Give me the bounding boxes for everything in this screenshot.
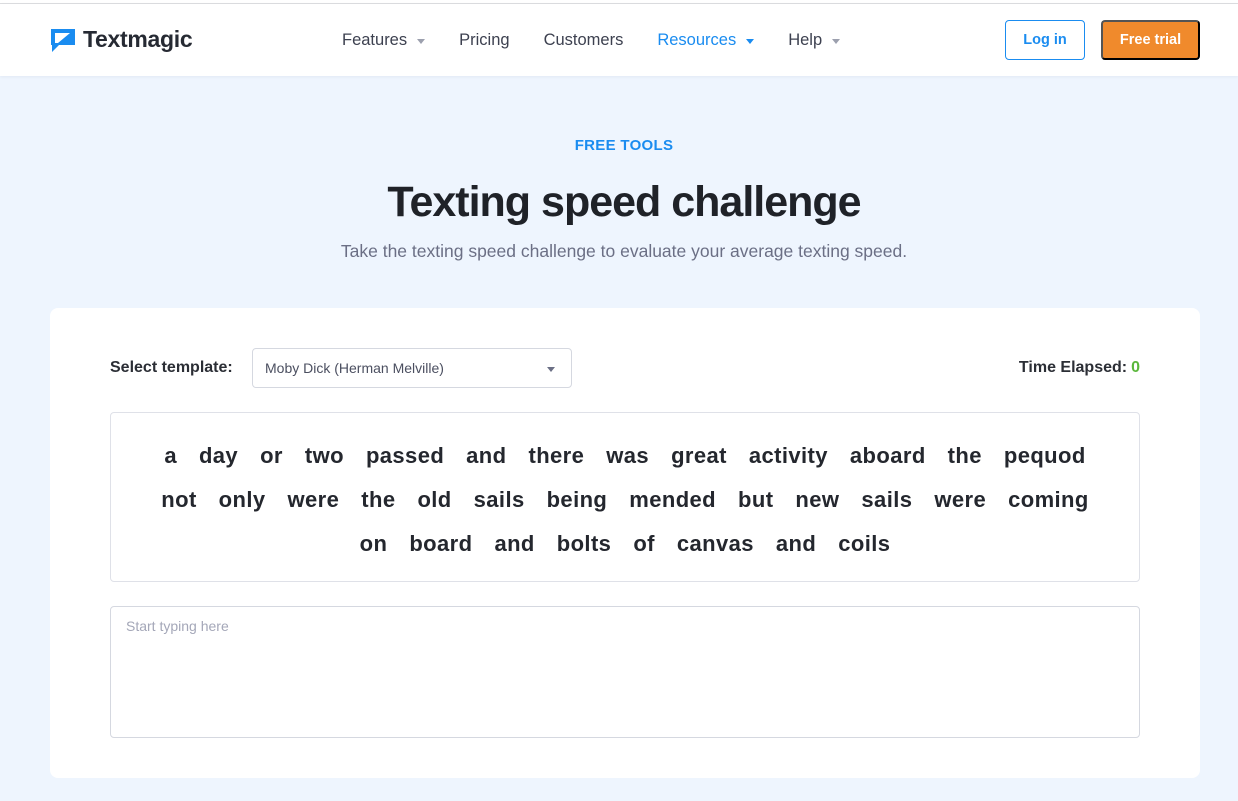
- challenge-word: day: [198, 443, 239, 468]
- challenge-word: were: [287, 487, 340, 512]
- site-header: Textmagic Features Pricing Customers Res…: [0, 4, 1238, 76]
- challenge-word: two: [304, 443, 344, 468]
- challenge-word: but: [738, 487, 774, 512]
- main-nav: Features Pricing Customers Resources Hel…: [342, 28, 874, 52]
- nav-customers[interactable]: Customers: [544, 31, 624, 50]
- chevron-down-icon: [832, 38, 841, 44]
- nav-resources[interactable]: Resources: [657, 30, 755, 50]
- challenge-word: coming: [1008, 487, 1089, 512]
- challenge-word: aboard: [849, 443, 926, 468]
- challenge-word: only: [218, 487, 266, 512]
- challenge-word: the: [361, 487, 396, 512]
- nav-features[interactable]: Features: [342, 30, 426, 50]
- textmagic-logo-icon: [51, 28, 75, 52]
- page-title: Texting speed challenge: [387, 178, 861, 226]
- eyebrow-label: FREE TOOLS: [574, 137, 674, 154]
- challenge-card: Select template: Moby Dick (Herman Melvi…: [50, 308, 1200, 778]
- nav-pricing-label: Pricing: [459, 30, 510, 49]
- challenge-word: or: [260, 443, 283, 468]
- challenge-word: passed: [365, 443, 445, 468]
- challenge-word: mended: [629, 487, 717, 512]
- nav-features-label: Features: [342, 30, 408, 49]
- challenge-word: activity: [748, 443, 828, 468]
- challenge-word: and: [466, 443, 507, 468]
- challenge-word: being: [546, 487, 608, 512]
- challenge-word: a: [164, 443, 177, 468]
- challenge-word: board: [409, 531, 473, 556]
- challenge-word: of: [633, 531, 655, 556]
- login-button[interactable]: Log in: [1005, 20, 1085, 60]
- nav-help[interactable]: Help: [788, 30, 841, 50]
- challenge-text: a day or two passed and there was great activity a…: [110, 412, 1140, 582]
- free-trial-button[interactable]: Free trial: [1101, 20, 1200, 60]
- challenge-word: was: [606, 443, 650, 468]
- time-elapsed-value: 0: [1131, 359, 1140, 376]
- challenge-word: sails: [861, 487, 913, 512]
- challenge-word: and: [494, 531, 535, 556]
- select-template-label: Select template:: [110, 359, 233, 376]
- time-elapsed-label: Time Elapsed:: [1018, 359, 1128, 376]
- challenge-word: sails: [473, 487, 525, 512]
- challenge-word: bolts: [556, 531, 612, 556]
- chevron-down-icon: [417, 38, 426, 44]
- challenge-word: and: [775, 531, 817, 556]
- challenge-word: coils: [838, 531, 891, 556]
- challenge-word: pequod: [1003, 443, 1086, 468]
- chevron-down-icon: [746, 38, 755, 44]
- challenge-word: canvas: [676, 531, 754, 556]
- logo-text: Textmagic: [83, 26, 193, 52]
- template-select[interactable]: Moby Dick (Herman Melville): [252, 348, 572, 388]
- time-elapsed: Time Elapsed: 0: [1019, 359, 1140, 377]
- challenge-word: new: [795, 487, 840, 512]
- nav-resources-label: Resources: [657, 30, 737, 49]
- challenge-word: old: [417, 487, 452, 512]
- challenge-word: great: [671, 443, 727, 468]
- template-select-value: Moby Dick (Herman Melville): [265, 360, 444, 376]
- chevron-down-icon: [547, 367, 555, 372]
- nav-pricing[interactable]: Pricing: [459, 31, 509, 50]
- challenge-word: there: [528, 443, 585, 468]
- challenge-word: were: [934, 487, 987, 512]
- logo[interactable]: Textmagic: [50, 26, 193, 53]
- challenge-word: the: [947, 443, 982, 468]
- nav-customers-label: Customers: [543, 30, 624, 49]
- challenge-word: not: [161, 487, 197, 512]
- page-subtitle: Take the texting speed challenge to eval…: [340, 241, 908, 261]
- nav-help-label: Help: [788, 30, 823, 49]
- typing-input[interactable]: [110, 606, 1140, 738]
- challenge-word: on: [359, 531, 388, 556]
